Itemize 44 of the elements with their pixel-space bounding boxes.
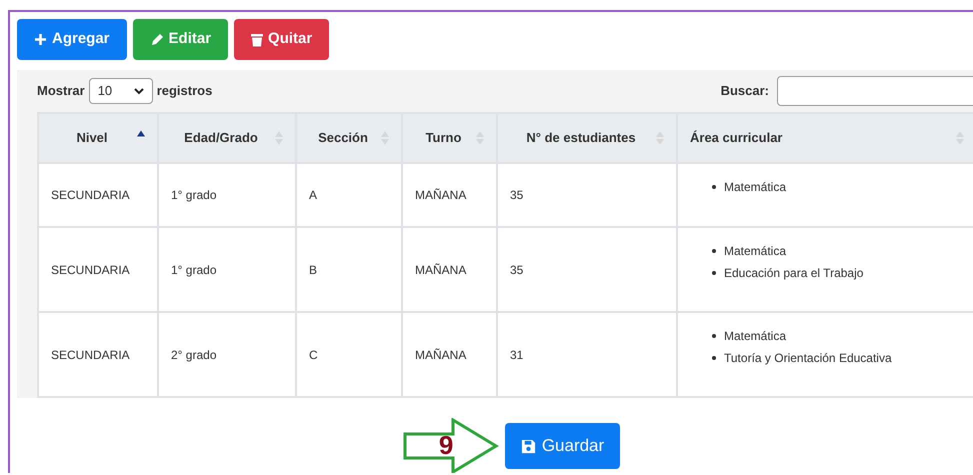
table-cell: C [309, 348, 318, 362]
table-cell: SECUNDARIA [51, 348, 130, 362]
bullet-icon [712, 334, 716, 338]
curricular-area-item: Matemática [724, 328, 786, 344]
column-header[interactable]: Nivel [38, 113, 158, 163]
curricular-area-item: Matemática [724, 179, 786, 195]
column-header[interactable]: Área curricular [677, 113, 973, 163]
column-header[interactable]: Turno [402, 113, 497, 163]
remove-button[interactable]: Quitar [234, 19, 330, 60]
curricular-area-item: Matemática [724, 243, 786, 259]
table-cell: B [309, 262, 318, 276]
step-number: 9 [438, 430, 454, 460]
trash-icon [251, 32, 264, 46]
pencil-icon [150, 32, 164, 46]
add-button[interactable]: Agregar [17, 19, 127, 60]
column-header[interactable]: Edad/Grado [158, 113, 296, 163]
save-button[interactable]: Guardar [504, 423, 620, 469]
table-cell: 2° grado [171, 348, 216, 362]
search-field[interactable] [777, 76, 973, 106]
table-cell: MAÑANA [415, 262, 466, 276]
table-cell: 1° grado [171, 188, 216, 202]
chevron-down-icon [134, 88, 144, 94]
table-cell: MAÑANA [415, 188, 466, 202]
bullet-icon [712, 185, 716, 189]
table-cell: 35 [510, 188, 524, 202]
records-label: registros [156, 82, 212, 100]
curricular-area-item: Educación para el Trabajo [724, 265, 864, 281]
column-header[interactable]: Sección [296, 113, 402, 163]
column-header[interactable]: N° de estudiantes [497, 113, 677, 163]
search-label: Buscar: [720, 82, 769, 100]
bullet-icon [712, 249, 716, 253]
show-label: Mostrar [37, 82, 85, 100]
table-cell: 35 [510, 262, 524, 276]
bullet-icon [712, 356, 716, 360]
table-cell: SECUNDARIA [51, 262, 130, 276]
table-cell: 1° grado [171, 262, 216, 276]
table-cell: A [309, 188, 318, 202]
curricular-area-item: Tutoría y Orientación Educativa [724, 350, 892, 366]
page-size-select[interactable]: 10 [88, 78, 153, 104]
table-cell: MAÑANA [415, 348, 466, 362]
table-cell: SECUNDARIA [51, 188, 130, 202]
bullet-icon [712, 271, 716, 275]
plus-icon [34, 33, 47, 46]
table-cell: 31 [510, 348, 524, 362]
